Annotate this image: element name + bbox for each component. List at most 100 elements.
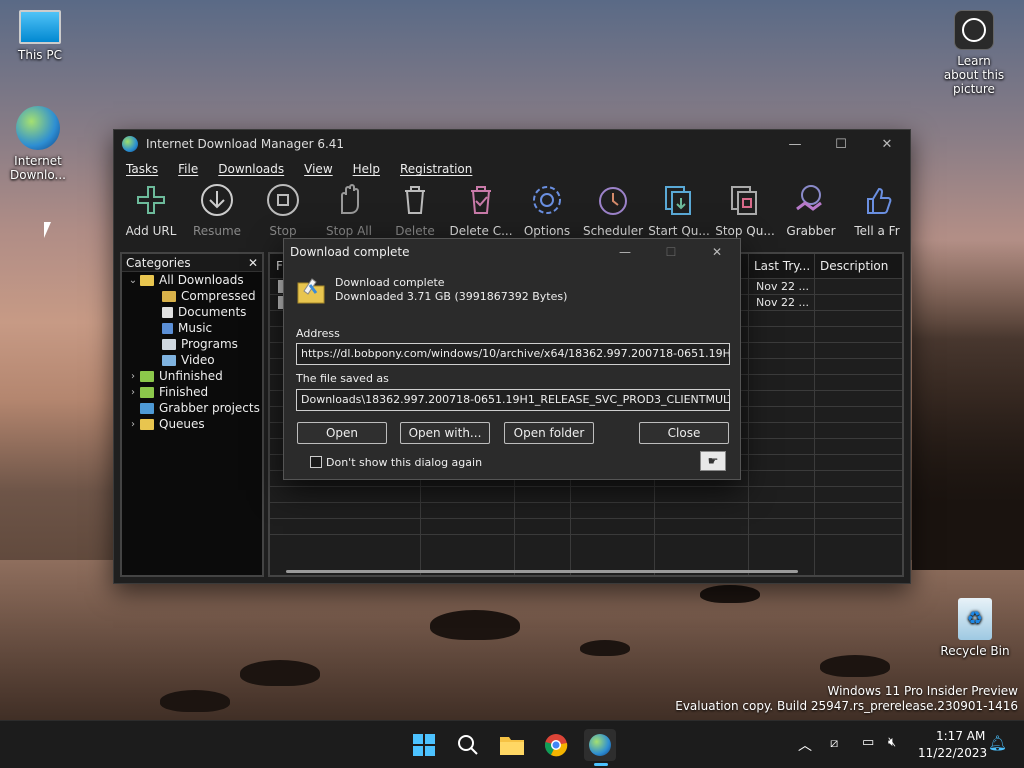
close-icon[interactable]: ✕	[694, 245, 740, 259]
download-complete-icon	[296, 273, 326, 305]
chevron-right-icon[interactable]: ›	[126, 387, 140, 398]
options-button[interactable]: Options	[514, 180, 580, 246]
clock-time[interactable]: 1:17 AM	[936, 729, 985, 743]
monitor-icon	[19, 10, 61, 44]
tree-item-programs[interactable]: Programs	[122, 336, 262, 352]
open-folder-button[interactable]: Open folder	[504, 422, 594, 444]
desktop-icon-learn-picture[interactable]: Learn about this picture	[934, 10, 1014, 96]
desktop-icon-this-pc[interactable]: This PC	[0, 10, 80, 62]
stop-queue-button[interactable]: Stop Qu...	[712, 180, 778, 246]
chevron-right-icon[interactable]: ›	[126, 371, 140, 382]
menu-tasks[interactable]: Tasks	[126, 162, 158, 176]
program-window-icon	[162, 338, 176, 350]
open-button[interactable]: Open	[297, 422, 387, 444]
toolbar-label: Resume	[192, 224, 242, 238]
clock-date[interactable]: 11/22/2023	[918, 746, 987, 760]
video-icon	[162, 354, 176, 366]
toolbar-label: Scheduler	[582, 224, 644, 238]
tree-label: All Downloads	[159, 273, 244, 287]
camera-info-icon	[954, 10, 994, 50]
stop-button[interactable]: Stop	[250, 180, 316, 246]
toolbar-label: Delete	[395, 224, 435, 238]
grabber-button[interactable]: Grabber	[778, 180, 844, 246]
desktop-icon-idm[interactable]: Internet Downlo...	[0, 106, 78, 182]
column-last-try[interactable]: Last Try...	[754, 259, 810, 273]
dont-show-checkbox[interactable]	[310, 456, 322, 468]
tree-item-all-downloads[interactable]: ⌄ All Downloads	[122, 272, 262, 288]
toolbar: Add URL Resume Stop Stop All Delete Dele…	[114, 180, 910, 246]
music-note-icon	[162, 322, 173, 334]
chevron-down-icon[interactable]: ⌄	[126, 275, 140, 286]
tree-label: Grabber projects	[159, 401, 260, 415]
wallpaper-rock	[580, 640, 630, 656]
menu-file[interactable]: File	[178, 162, 198, 176]
tree-item-finished[interactable]: › Finished	[122, 384, 262, 400]
resume-button[interactable]: Resume	[184, 180, 250, 246]
trash-check-icon	[463, 182, 499, 218]
tree-item-grabber-projects[interactable]: Grabber projects	[122, 400, 262, 416]
last-try-cell: Nov 22 ...	[756, 280, 809, 293]
tree-label: Finished	[159, 385, 209, 399]
address-field[interactable]: https://dl.bobpony.com/windows/10/archiv…	[296, 343, 730, 365]
chrome-icon[interactable]	[540, 729, 572, 761]
menu-view[interactable]: View	[304, 162, 332, 176]
table-row-line	[270, 534, 902, 535]
desktop-icon-recycle-bin[interactable]: ♻ Recycle Bin	[935, 598, 1015, 658]
tree-label: Queues	[159, 417, 205, 431]
tree-item-video[interactable]: Video	[122, 352, 262, 368]
trash-icon	[397, 182, 433, 218]
minimize-icon[interactable]: —	[772, 130, 818, 158]
tree-item-compressed[interactable]: Compressed	[122, 288, 262, 304]
delete-button[interactable]: Delete	[382, 180, 448, 246]
toolbar-label: Options	[523, 224, 571, 238]
file-explorer-icon[interactable]	[496, 729, 528, 761]
close-categories-icon[interactable]: ✕	[248, 256, 258, 270]
close-icon[interactable]: ✕	[864, 130, 910, 158]
display-icon[interactable]: ▭	[862, 735, 874, 750]
maximize-icon[interactable]: ☐	[818, 130, 864, 158]
volume-muted-icon[interactable]: 🔇︎	[888, 735, 896, 750]
desktop-icon-label: Internet Downlo...	[10, 154, 66, 182]
hand-icon	[331, 182, 367, 218]
tree-item-queues[interactable]: › Queues	[122, 416, 262, 432]
chevron-up-icon[interactable]: ︿	[798, 735, 812, 755]
open-with-button[interactable]: Open with...	[400, 422, 490, 444]
menu-downloads[interactable]: Downloads	[218, 162, 284, 176]
tree-item-documents[interactable]: Documents	[122, 304, 262, 320]
minimize-icon[interactable]: —	[602, 245, 648, 259]
network-icon[interactable]: ⧄	[830, 736, 838, 751]
wallpaper-palms	[912, 240, 1024, 570]
folder-open-icon	[140, 274, 154, 286]
tree-label: Compressed	[181, 289, 256, 303]
table-row-line	[270, 518, 902, 519]
delete-completed-button[interactable]: Delete C...	[448, 180, 514, 246]
dialog-title: Download complete	[290, 245, 410, 259]
table-row-line	[270, 486, 902, 487]
notification-bell-icon[interactable]: 🔔︎	[988, 734, 1007, 752]
categories-header: Categories ✕	[122, 254, 262, 272]
stop-icon	[265, 182, 301, 218]
chevron-right-icon[interactable]: ›	[126, 419, 140, 430]
start-icon[interactable]	[408, 729, 440, 761]
column-description[interactable]: Description	[820, 259, 888, 273]
hand-pointer-icon[interactable]: ☛	[700, 451, 726, 471]
tree-label: Music	[178, 321, 213, 335]
horizontal-scrollbar[interactable]	[286, 570, 798, 573]
scheduler-button[interactable]: Scheduler	[580, 180, 646, 246]
mouse-cursor-icon	[44, 222, 51, 238]
close-button[interactable]: Close	[639, 422, 729, 444]
last-try-cell: Nov 22 ...	[756, 296, 809, 309]
dialog-titlebar: Download complete — ☐ ✕	[284, 239, 740, 265]
start-queue-button[interactable]: Start Qu...	[646, 180, 712, 246]
menu-help[interactable]: Help	[353, 162, 380, 176]
search-icon[interactable]	[452, 729, 484, 761]
idm-icon[interactable]	[584, 729, 616, 761]
stop-all-button[interactable]: Stop All	[316, 180, 382, 246]
add-url-button[interactable]: Add URL	[118, 180, 184, 246]
tree-item-music[interactable]: Music	[122, 320, 262, 336]
tree-item-unfinished[interactable]: › Unfinished	[122, 368, 262, 384]
menu-registration[interactable]: Registration	[400, 162, 472, 176]
saved-path-field[interactable]: Downloads\18362.997.200718-0651.19H1_REL…	[296, 389, 730, 411]
toolbar-label: Tell a Fr	[854, 224, 900, 238]
tell-a-friend-button[interactable]: Tell a Fr	[844, 180, 910, 246]
